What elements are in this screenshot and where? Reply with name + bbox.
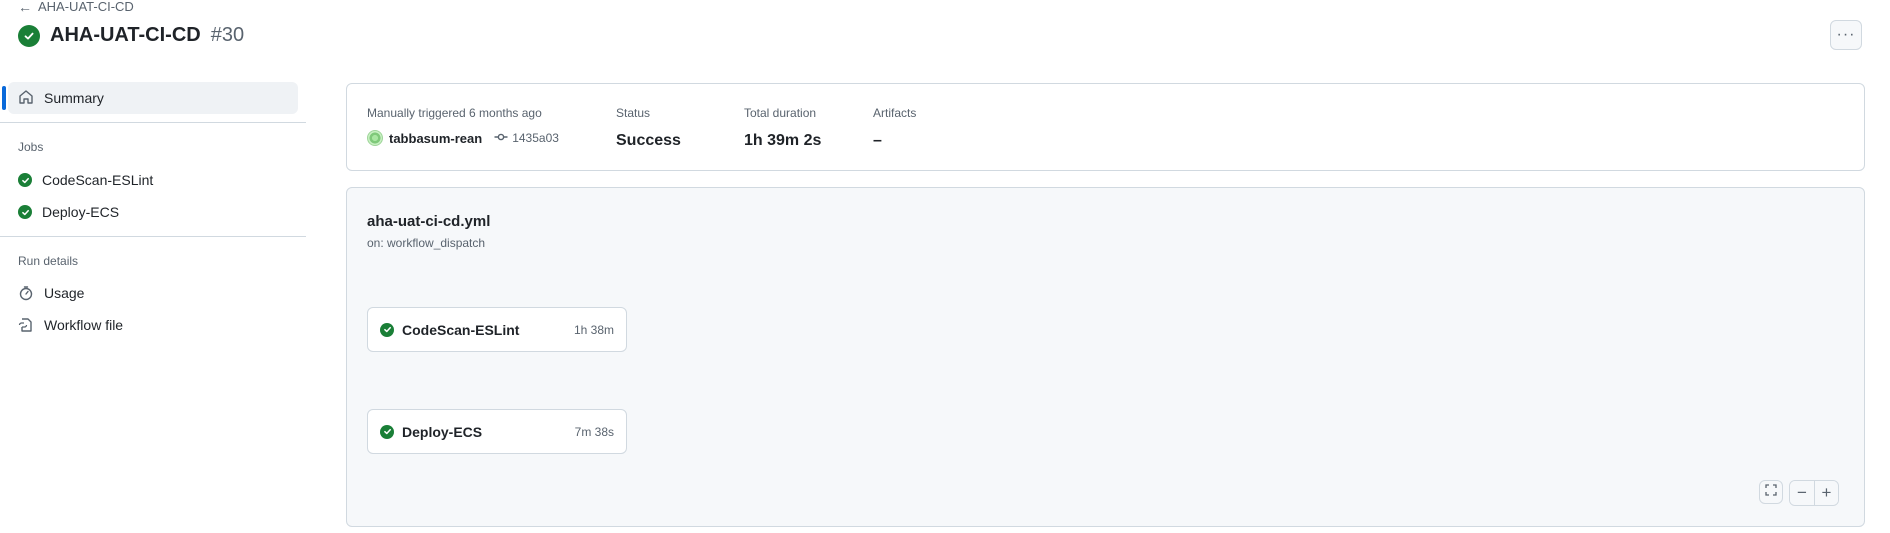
trigger-info: Manually triggered 6 months ago tabbasum… (367, 106, 559, 146)
zoom-buttons: − + (1789, 480, 1839, 506)
back-link-label: AHA-UAT-CI-CD (38, 0, 134, 14)
sidebar-item-usage[interactable]: Usage (18, 283, 84, 303)
artifacts-info: Artifacts – (873, 106, 916, 150)
duration-value: 1h 39m 2s (744, 132, 822, 149)
duration-info: Total duration 1h 39m 2s (744, 106, 821, 150)
sidebar-item-deploy-ecs[interactable]: Deploy-ECS (18, 202, 119, 222)
workflow-graph: aha-uat-ci-cd.yml on: workflow_dispatch … (346, 187, 1865, 527)
zoom-in-button[interactable]: + (1814, 481, 1838, 505)
actor-link[interactable]: tabbasum-rean (389, 131, 482, 146)
trigger-label: Manually triggered 6 months ago (367, 106, 542, 120)
artifacts-value: – (873, 132, 882, 149)
status-info: Status Success (616, 106, 681, 150)
job-duration: 7m 38s (574, 424, 614, 439)
zoom-out-button[interactable]: − (1790, 481, 1814, 505)
page-title: AHA-UAT-CI-CD (50, 24, 201, 46)
check-circle-icon (380, 424, 394, 439)
artifacts-label: Artifacts (873, 106, 917, 120)
run-summary-card: Manually triggered 6 months ago tabbasum… (346, 83, 1865, 171)
sidebar-item-workflow-file[interactable]: Workflow file (18, 315, 123, 335)
job-name: CodeScan-ESLint (402, 321, 520, 338)
sidebar-item-label: Deploy-ECS (42, 204, 120, 220)
sidebar-item-label: Summary (44, 90, 104, 106)
kebab-horizontal-icon: ··· (1836, 26, 1856, 43)
more-options-button[interactable]: ··· (1830, 20, 1862, 50)
duration-label: Total duration (744, 106, 817, 120)
fullscreen-button[interactable] (1759, 480, 1783, 504)
job-duration: 1h 38m (573, 322, 614, 337)
page-header: AHA-UAT-CI-CD #30 (18, 24, 244, 47)
fullscreen-icon (1765, 483, 1777, 501)
commit-link[interactable]: 1435a03 (494, 131, 559, 145)
workflow-file-name: aha-uat-ci-cd.yml (367, 213, 491, 230)
arrow-left-icon: ← (18, 0, 32, 15)
graph-zoom-controls: − + (1759, 480, 1839, 506)
check-circle-icon (18, 24, 40, 47)
check-circle-icon (380, 322, 394, 337)
status-value: Success (616, 132, 681, 149)
job-node-codescan-eslint[interactable]: CodeScan-ESLint 1h 38m (367, 307, 627, 352)
workflow-trigger: on: workflow_dispatch (367, 236, 486, 250)
sidebar-item-label: Workflow file (44, 317, 124, 333)
home-icon (18, 89, 34, 108)
avatar[interactable] (367, 130, 383, 146)
job-name: Deploy-ECS (402, 423, 483, 440)
check-circle-icon (18, 205, 32, 219)
stopwatch-icon (18, 285, 34, 301)
sidebar-item-codescan-eslint[interactable]: CodeScan-ESLint (18, 170, 153, 190)
actor-row: tabbasum-rean 1435a03 (367, 130, 559, 146)
divider (0, 122, 306, 123)
sidebar-item-label: Usage (44, 285, 85, 301)
jobs-heading: Jobs (18, 140, 44, 154)
back-link[interactable]: ← AHA-UAT-CI-CD (18, 0, 134, 14)
job-node-deploy-ecs[interactable]: Deploy-ECS 7m 38s (367, 409, 627, 454)
commit-sha: 1435a03 (512, 131, 559, 145)
status-label: Status (616, 106, 651, 120)
run-number: #30 (210, 24, 245, 46)
sidebar-item-label: CodeScan-ESLint (42, 172, 154, 188)
run-details-heading: Run details (18, 254, 79, 268)
divider (0, 236, 306, 237)
file-link-icon (18, 317, 34, 333)
sidebar-item-summary[interactable]: Summary (2, 82, 298, 114)
git-commit-icon (494, 131, 508, 145)
check-circle-icon (18, 173, 32, 187)
